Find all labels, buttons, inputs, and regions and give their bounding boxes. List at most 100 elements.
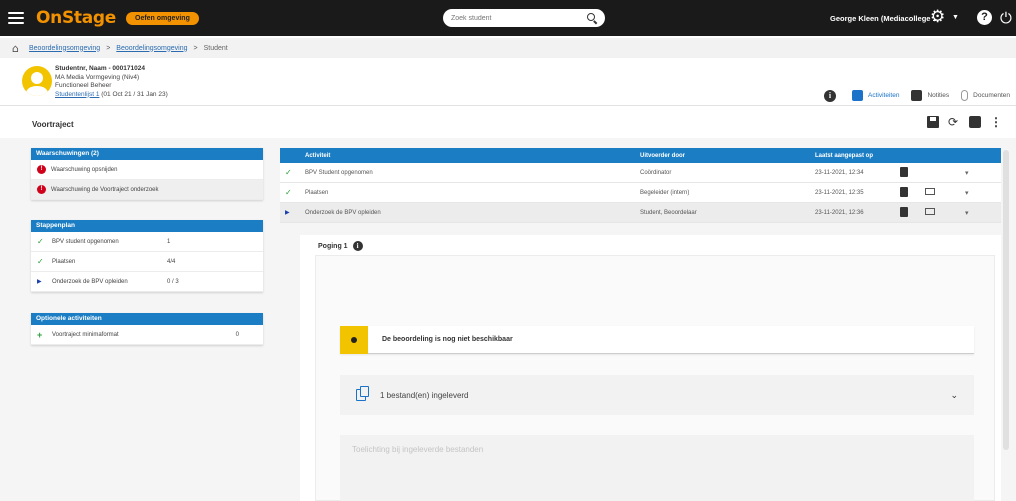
user-name[interactable]: George Kleen (Mediacollege ...	[830, 14, 939, 23]
warning-item[interactable]: ! Waarschuwing opsnijden	[31, 160, 263, 180]
warning-label: Waarschuwing opsnijden	[51, 166, 118, 173]
warnings-card: Waarschuwingen (2) ! Waarschuwing opsnij…	[31, 148, 263, 200]
warning-item[interactable]: ! Waarschuwing de Voortraject onderzoek	[31, 180, 263, 200]
card-title: Stappenplan	[31, 220, 263, 232]
submitted-files[interactable]: 1 bestand(en) ingeleverd ⌄	[340, 375, 974, 415]
info-icon[interactable]: i	[824, 89, 837, 102]
tab-activiteiten[interactable]: Activiteiten	[846, 87, 905, 104]
scrollbar[interactable]	[1003, 150, 1009, 450]
file-copy-icon	[356, 386, 369, 401]
stage-value: 1	[167, 238, 171, 245]
play-icon: ▶	[37, 278, 42, 285]
chevron-down-icon[interactable]: ▾	[965, 190, 969, 197]
home-icon[interactable]: ⌂	[12, 42, 19, 55]
document-icon[interactable]	[900, 206, 908, 217]
help-icon[interactable]: ?	[977, 10, 992, 25]
chat-icon[interactable]	[969, 116, 981, 128]
tab-documenten[interactable]: Documenten	[955, 87, 1016, 104]
table-row[interactable]: ✓ BPV Student opgenomen Coördinator 23-1…	[280, 163, 1001, 183]
save-icon[interactable]	[927, 116, 939, 128]
breadcrumb: ⌂ Beoordelingsomgeving > Beoordelingsomg…	[0, 38, 1016, 58]
tab-notities[interactable]: Notities	[905, 87, 955, 104]
notice-icon	[340, 325, 368, 354]
check-icon: ✓	[37, 257, 44, 266]
document-icon[interactable]	[900, 166, 908, 177]
assessment-notice: De beoordeling is nog niet beschikbaar	[340, 325, 974, 354]
optional-label: Voortraject minimaformat	[52, 331, 119, 338]
document-icon[interactable]	[900, 186, 908, 197]
stage-item[interactable]: ✓ BPV student opgenomen 1	[31, 232, 263, 252]
notes-icon	[911, 90, 923, 101]
attempt-detail: Poging 1 i De beoordeling is nog niet be…	[300, 235, 1001, 501]
table-row[interactable]: ▶ Onderzoek de BPV opleiden Student, Beo…	[280, 203, 1001, 223]
gear-icon[interactable]: ⚙	[930, 9, 945, 26]
card-title: Waarschuwingen (2)	[31, 148, 263, 160]
view-tabs: i Activiteiten Notities Documenten	[824, 87, 1016, 104]
student-name: Studentnr, Naam - 000171024	[55, 65, 145, 72]
tab-label: Activiteiten	[868, 92, 900, 99]
chevron-down-icon[interactable]: ⌄	[950, 390, 958, 401]
performed-by-cell: Coördinator	[640, 169, 672, 176]
date-cell: 23-11-2021, 12:34	[815, 169, 864, 176]
optional-value: 0	[235, 331, 239, 338]
breadcrumb-separator: >	[106, 44, 111, 52]
plus-icon: +	[37, 329, 43, 340]
table-row[interactable]: ✓ Plaatsen Begeleider (intern) 23-11-202…	[280, 183, 1001, 203]
paperclip-icon	[961, 90, 969, 101]
search-input[interactable]	[451, 14, 587, 22]
student-date-range: (01 Oct 21 / 31 Jan 23)	[101, 90, 168, 98]
activity-cell: BPV Student opgenomen	[305, 169, 373, 176]
student-program: MA Media Vormgeving (Niv4)	[55, 73, 140, 81]
stage-value: 4/4	[167, 258, 176, 265]
tab-attempt[interactable]: Poging 1 i	[318, 241, 363, 251]
tab-label: Notities	[927, 92, 950, 99]
warning-icon: !	[37, 165, 46, 174]
breadcrumb-current: Student	[203, 44, 228, 52]
info-icon[interactable]: i	[352, 241, 363, 251]
mail-icon[interactable]	[925, 208, 935, 215]
chevron-down-icon[interactable]: ▾	[965, 170, 969, 177]
list-icon	[852, 90, 864, 101]
files-label: 1 bestand(en) ingeleverd	[380, 390, 469, 400]
table-header: Activiteit Uitvoerder door Laatst aangep…	[280, 148, 1001, 163]
stage-item[interactable]: ▶ Onderzoek de BPV opleiden 0 / 3	[31, 272, 263, 292]
check-icon: ✓	[285, 168, 292, 177]
column-header-activity[interactable]: Activiteit	[305, 153, 640, 159]
play-icon: ▶	[285, 209, 290, 216]
check-icon: ✓	[37, 237, 44, 246]
chevron-down-icon[interactable]: ▼	[952, 14, 959, 21]
stage-label: Onderzoek de BPV opleiden	[52, 278, 128, 285]
search-box	[443, 9, 605, 27]
column-header-performed-by[interactable]: Uitvoerder door	[640, 153, 815, 159]
page-actions: ⟳ ⋮	[927, 116, 1002, 128]
stages-card: Stappenplan ✓ BPV student opgenomen 1 ✓ …	[31, 220, 263, 292]
chevron-down-icon[interactable]: ▾	[965, 210, 969, 217]
comment-field[interactable]	[340, 435, 974, 501]
logout-icon[interactable]: ⏻	[1000, 9, 1012, 27]
breadcrumb-item[interactable]: Beoordelingsomgeving	[116, 45, 187, 52]
student-role: Functioneel Beheer	[55, 82, 112, 89]
more-icon[interactable]: ⋮	[990, 116, 1002, 128]
refresh-icon[interactable]: ⟳	[948, 116, 960, 128]
comment-field-wrapper	[340, 435, 974, 501]
search-icon[interactable]	[587, 13, 597, 23]
activity-cell: Onderzoek de BPV opleiden	[305, 209, 381, 216]
menu-icon[interactable]	[8, 12, 24, 24]
stage-item[interactable]: ✓ Plaatsen 4/4	[31, 252, 263, 272]
performed-by-cell: Student, Beoordelaar	[640, 209, 697, 216]
mail-icon[interactable]	[925, 188, 935, 195]
column-header-modified[interactable]: Laatst aangepast op	[815, 153, 965, 159]
warning-icon: !	[37, 185, 46, 194]
student-list-link[interactable]: Studentenlijst 1	[55, 91, 99, 98]
notice-text: De beoordeling is nog niet beschikbaar	[382, 336, 513, 343]
breadcrumb-item[interactable]: Beoordelingsomgeving	[29, 45, 100, 52]
activity-table: Activiteit Uitvoerder door Laatst aangep…	[280, 148, 1001, 223]
optional-item[interactable]: + Voortraject minimaformat 0	[31, 325, 263, 345]
app-logo[interactable]: OnStage	[36, 8, 116, 28]
activity-cell: Plaatsen	[305, 189, 329, 196]
check-icon: ✓	[285, 188, 292, 197]
avatar	[22, 66, 52, 96]
breadcrumb-separator: >	[193, 44, 198, 52]
date-cell: 23-11-2021, 12:35	[815, 189, 864, 196]
student-info: Studentnr, Naam - 000171024 MA Media Vor…	[55, 65, 168, 99]
